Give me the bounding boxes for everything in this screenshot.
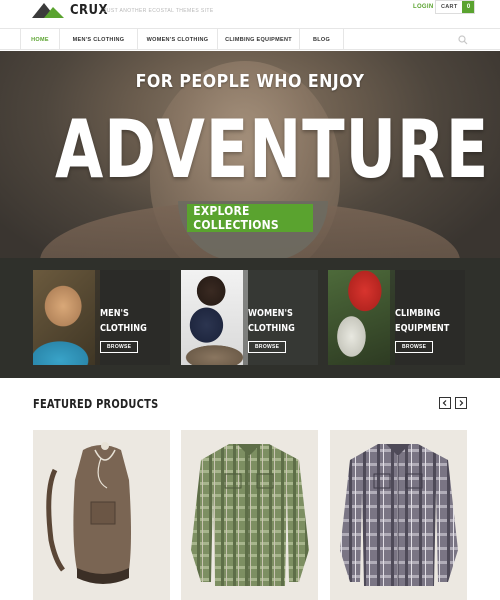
explore-collections-label: EXPLORE COLLECTIONS — [193, 204, 279, 232]
cart-label: CART — [441, 4, 458, 10]
climbing-collection-image — [328, 270, 395, 365]
mens-collection-title: MEN'S CLOTHING — [100, 306, 160, 336]
nav-item-womens-clothing[interactable]: WOMEN'S CLOTHING — [138, 29, 218, 50]
chevron-right-icon — [459, 400, 464, 406]
carousel-prev-button[interactable] — [439, 397, 451, 409]
product-card-green-plaid-shirt[interactable] — [181, 430, 318, 600]
featured-products-heading: FEATURED PRODUCTS — [33, 397, 159, 411]
top-bar: CRUX JUST ANOTHER ECOSTAL THEMES SITE LO… — [0, 0, 500, 28]
cart-button[interactable]: CART 0 — [435, 0, 476, 14]
womens-collection-title-line1: WOMEN'S — [248, 308, 293, 319]
nav-item-home[interactable]: HOME — [20, 29, 60, 50]
explore-collections-button[interactable]: EXPLORE COLLECTIONS — [187, 204, 313, 232]
mountain-logo-icon — [32, 3, 64, 18]
brand-tagline: JUST ANOTHER ECOSTAL THEMES SITE — [104, 8, 214, 14]
climbing-collection-title-line1: CLIMBING — [395, 308, 441, 319]
backpack-image — [46, 442, 131, 584]
brand-name: CRUX — [70, 2, 108, 18]
mens-collection-image — [33, 270, 100, 365]
product-card-grey-plaid-shirt[interactable] — [330, 430, 467, 600]
collection-card-mens[interactable]: MEN'S CLOTHING BROWSE — [33, 270, 170, 365]
carousel-next-button[interactable] — [455, 397, 467, 409]
womens-collection-title-line2: CLOTHING — [248, 323, 295, 334]
womens-collection-title: WOMEN'S CLOTHING — [248, 306, 308, 336]
nav-item-blog[interactable]: BLOG — [300, 29, 344, 50]
collection-card-womens[interactable]: WOMEN'S CLOTHING BROWSE — [181, 270, 318, 365]
chevron-left-icon — [442, 400, 447, 406]
product-card-backpack[interactable] — [33, 430, 170, 600]
hero-banner: FOR PEOPLE WHO ENJOY ADVENTURE EXPLORE C… — [0, 51, 500, 258]
mens-collection-title-line1: MEN'S — [100, 308, 129, 319]
hero-title: ADVENTURE — [55, 103, 490, 196]
search-icon[interactable] — [458, 35, 468, 45]
womens-browse-button[interactable]: BROWSE — [248, 341, 287, 353]
main-nav: HOME MEN'S CLOTHING WOMEN'S CLOTHING CLI… — [0, 28, 500, 50]
mens-browse-button[interactable]: BROWSE — [100, 341, 139, 353]
cart-count-badge: 0 — [462, 1, 475, 13]
grey-plaid-shirt-image — [340, 444, 458, 586]
climbing-browse-button[interactable]: BROWSE — [395, 341, 434, 353]
nav-item-mens-clothing[interactable]: MEN'S CLOTHING — [60, 29, 138, 50]
collections-band: MEN'S CLOTHING BROWSE WOMEN'S CLOTHING B… — [0, 258, 500, 378]
womens-collection-image — [181, 270, 248, 365]
climbing-collection-title-line2: EQUIPMENT — [395, 323, 450, 334]
mens-collection-title-line2: CLOTHING — [100, 323, 147, 334]
nav-item-climbing-equipment[interactable]: CLIMBING EQUIPMENT — [218, 29, 300, 50]
green-plaid-shirt-image — [191, 444, 309, 586]
logo[interactable]: CRUX — [32, 2, 112, 18]
login-link[interactable]: LOGIN — [413, 4, 434, 10]
climbing-collection-title: CLIMBING EQUIPMENT — [395, 306, 455, 336]
collection-card-climbing[interactable]: CLIMBING EQUIPMENT BROWSE — [328, 270, 465, 365]
hero-subtitle: FOR PEOPLE WHO ENJOY — [135, 71, 365, 92]
